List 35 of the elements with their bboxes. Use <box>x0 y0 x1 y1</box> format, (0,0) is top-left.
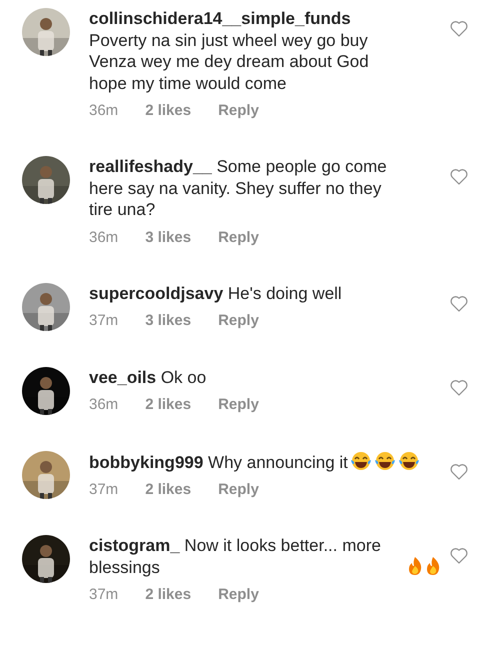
heart-icon[interactable] <box>450 378 468 396</box>
likes-count[interactable]: 2 likes <box>145 396 192 414</box>
comment-text: reallifeshady__ Some people go come here say na vanity. Shey suffer no they tire una? <box>89 156 388 220</box>
likes-count[interactable]: 2 likes <box>145 481 192 499</box>
comment-text: vee_oils Ok oo <box>89 366 206 388</box>
likes-count[interactable]: 3 likes <box>145 312 192 330</box>
heart-icon[interactable] <box>450 294 468 312</box>
reply-button[interactable]: Reply <box>218 586 259 604</box>
comment-text: collinschidera14__simple_funds Poverty na sin just wheel wey go buy Venza wey me dey dream about God hope my time would come <box>89 8 370 94</box>
reply-button[interactable]: Reply <box>218 228 259 246</box>
flame-icon <box>425 556 441 576</box>
comment-text: supercooldjsavy He's doing well <box>89 282 342 304</box>
reply-button[interactable]: Reply <box>218 312 259 330</box>
comment-time: 36m <box>89 228 118 246</box>
laughing-face-icon <box>350 450 372 470</box>
comment-time: 37m <box>89 481 118 499</box>
comment-text: bobbyking999 Why announcing it <box>89 452 348 473</box>
comment-time: 36m <box>89 396 118 414</box>
laughing-face-icon <box>398 450 420 470</box>
comment-time: 37m <box>89 586 118 604</box>
laughing-face-icon <box>374 450 396 470</box>
heart-icon[interactable] <box>450 547 468 564</box>
heart-icon[interactable] <box>450 20 468 37</box>
flame-icon <box>407 556 423 576</box>
likes-count[interactable]: 3 likes <box>145 228 192 246</box>
heart-icon[interactable] <box>450 168 468 185</box>
reply-button[interactable]: Reply <box>218 102 259 120</box>
reply-button[interactable]: Reply <box>218 396 259 414</box>
likes-count[interactable]: 2 likes <box>145 586 192 604</box>
heart-icon[interactable] <box>450 462 468 480</box>
likes-count[interactable]: 2 likes <box>145 102 192 120</box>
comment-time: 37m <box>89 312 118 330</box>
reply-button[interactable]: Reply <box>218 481 259 499</box>
comment-time: 36m <box>89 102 118 120</box>
comment-text: cistogram_ Now it looks better... more blessings <box>89 535 382 578</box>
